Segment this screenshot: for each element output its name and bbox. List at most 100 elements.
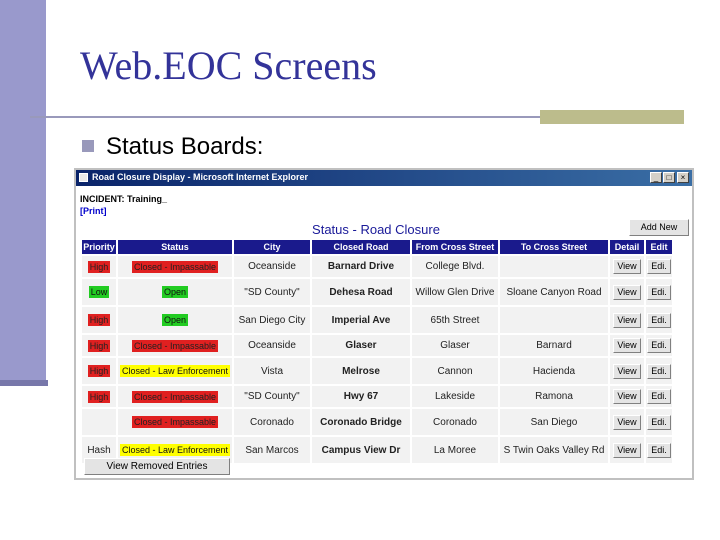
column-header-closed-road[interactable]: Closed Road <box>312 240 410 254</box>
view-button[interactable]: View <box>613 389 641 404</box>
from-street-cell: Coronado <box>412 409 498 435</box>
view-button[interactable]: View <box>613 363 641 379</box>
closed-road-cell: Glaser <box>312 335 410 356</box>
status-tag: Closed - Impassable <box>131 416 219 428</box>
maximize-button[interactable]: □ <box>663 172 675 183</box>
window-title: Road Closure Display - Microsoft Interne… <box>92 172 309 182</box>
edit-button[interactable]: Edi. <box>647 414 671 430</box>
from-street-cell: La Moree <box>412 437 498 463</box>
window-titlebar[interactable]: Road Closure Display - Microsoft Interne… <box>76 170 692 186</box>
view-removed-entries-button[interactable]: View Removed Entries <box>84 458 230 475</box>
status-tag: Closed - Impassable <box>131 260 219 273</box>
slide-left-bar <box>0 0 46 384</box>
edit-button[interactable]: Edi. <box>647 259 671 274</box>
detail-cell: View <box>610 386 644 407</box>
to-street-cell: Barnard <box>500 335 608 356</box>
to-street-cell <box>500 256 608 277</box>
from-street-cell: Lakeside <box>412 386 498 407</box>
column-header-from-cross-street[interactable]: From Cross Street <box>412 240 498 254</box>
closed-road-cell: Coronado Bridge <box>312 409 410 435</box>
priority-cell: Low <box>82 279 116 305</box>
priority-tag: High <box>87 339 111 352</box>
browser-window: Road Closure Display - Microsoft Interne… <box>74 168 694 480</box>
page-content: INCIDENT: Training_ [Print] Status - Roa… <box>76 186 692 478</box>
add-new-button[interactable]: Add New <box>629 219 689 236</box>
edit-cell: Edi. <box>646 335 672 356</box>
table-row: High Closed - Impassable Oceanside Glase… <box>82 335 672 356</box>
priority-cell: High <box>82 335 116 356</box>
status-tag: Open <box>161 286 189 298</box>
city-cell: "SD County" <box>234 386 310 407</box>
from-street-cell: Cannon <box>412 358 498 384</box>
view-button[interactable]: View <box>613 442 641 458</box>
edit-cell: Edi. <box>646 307 672 333</box>
view-button[interactable]: View <box>613 259 641 274</box>
status-cell: Closed - Impassable <box>118 386 232 407</box>
edit-button[interactable]: Edi. <box>647 389 671 404</box>
status-cell: Closed - Impassable <box>118 409 232 435</box>
edit-button[interactable]: Edi. <box>647 363 671 379</box>
city-cell: Vista <box>234 358 310 384</box>
print-link[interactable]: [Print] <box>80 206 107 216</box>
column-header-status[interactable]: Status <box>118 240 232 254</box>
column-header-detail: Detail <box>610 240 644 254</box>
table-row: High Closed - Impassable Oceanside Barna… <box>82 256 672 277</box>
city-cell: San Marcos <box>234 437 310 463</box>
priority-tag: High <box>87 390 111 403</box>
view-button[interactable]: View <box>613 414 641 430</box>
city-cell: "SD County" <box>234 279 310 305</box>
priority-cell: High <box>82 256 116 277</box>
bullet-text: Status Boards: <box>106 133 264 160</box>
edit-button[interactable]: Edi. <box>647 338 671 353</box>
closed-road-cell: Imperial Ave <box>312 307 410 333</box>
status-cell: Open <box>118 279 232 305</box>
priority-cell: High <box>82 386 116 407</box>
priority-tag: Low <box>88 286 110 298</box>
view-button[interactable]: View <box>613 284 641 300</box>
to-street-cell <box>500 307 608 333</box>
detail-cell: View <box>610 307 644 333</box>
closed-road-cell: Campus View Dr <box>312 437 410 463</box>
priority-cell <box>82 409 116 435</box>
status-cell: Closed - Law Enforcement <box>118 358 232 384</box>
edit-cell: Edi. <box>646 279 672 305</box>
detail-cell: View <box>610 279 644 305</box>
detail-cell: View <box>610 256 644 277</box>
priority-tag: High <box>87 314 111 326</box>
detail-cell: View <box>610 437 644 463</box>
edit-cell: Edi. <box>646 409 672 435</box>
view-button[interactable]: View <box>613 312 641 328</box>
column-header-priority[interactable]: Priority <box>82 240 116 254</box>
table-row: High Closed - Law Enforcement Vista Melr… <box>82 358 672 384</box>
column-header-to-cross-street[interactable]: To Cross Street <box>500 240 608 254</box>
closed-road-cell: Melrose <box>312 358 410 384</box>
city-cell: Coronado <box>234 409 310 435</box>
column-header-city[interactable]: City <box>234 240 310 254</box>
from-street-cell: College Blvd. <box>412 256 498 277</box>
detail-cell: View <box>610 335 644 356</box>
edit-button[interactable]: Edi. <box>647 284 671 300</box>
table-row: High Closed - Impassable "SD County" Hwy… <box>82 386 672 407</box>
status-cell: Closed - Impassable <box>118 335 232 356</box>
closed-road-cell: Hwy 67 <box>312 386 410 407</box>
edit-cell: Edi. <box>646 256 672 277</box>
bullet-square-icon <box>82 140 94 152</box>
status-tag: Closed - Impassable <box>131 339 219 352</box>
table-row: Closed - Impassable Coronado Coronado Br… <box>82 409 672 435</box>
to-street-cell: Sloane Canyon Road <box>500 279 608 305</box>
minimize-button[interactable]: _ <box>650 172 662 183</box>
close-button[interactable]: × <box>677 172 689 183</box>
column-header-edit: Edit <box>646 240 672 254</box>
view-button[interactable]: View <box>613 338 641 353</box>
to-street-cell: San Diego <box>500 409 608 435</box>
incident-label: INCIDENT: Training_ <box>80 194 168 204</box>
table-row: Low Open "SD County" Dehesa Road Willow … <box>82 279 672 305</box>
edit-cell: Edi. <box>646 358 672 384</box>
edit-button[interactable]: Edi. <box>647 312 671 328</box>
edit-button[interactable]: Edi. <box>647 442 671 458</box>
detail-cell: View <box>610 358 644 384</box>
from-street-cell: 65th Street <box>412 307 498 333</box>
status-cell: Open <box>118 307 232 333</box>
road-closure-table: Priority Status City Closed Road From Cr… <box>80 238 674 465</box>
table-header-row: Priority Status City Closed Road From Cr… <box>82 240 672 254</box>
